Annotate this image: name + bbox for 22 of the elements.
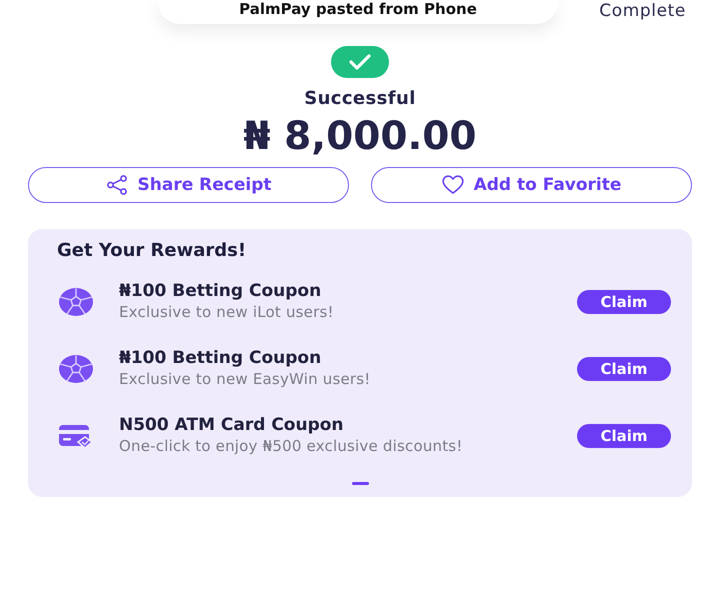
coupon-title: ₦100 Betting Coupon (119, 281, 322, 301)
share-receipt-button[interactable]: Share Receipt (28, 167, 349, 203)
rewards-title: Get Your Rewards! (57, 239, 246, 263)
heart-icon (442, 175, 464, 195)
complete-link[interactable]: Complete (599, 0, 686, 22)
favorite-button[interactable]: Add to Favorite (371, 167, 692, 203)
coupon-description: One-click to enjoy ₦500 exclusive discounts! (119, 437, 463, 456)
soccer-ball-icon (59, 354, 93, 382)
status-label: Successful (304, 87, 416, 111)
notification-text: PalmPay pasted from Phone (239, 0, 477, 18)
claim-button[interactable]: Claim (577, 290, 671, 314)
page-indicator (352, 482, 368, 485)
coupon-description: Exclusive to new EasyWin users! (119, 370, 371, 389)
coupon-title: ₦100 Betting Coupon (119, 348, 322, 368)
coupon-title: N500 ATM Card Coupon (119, 415, 344, 435)
coupon-description: Exclusive to new iLot users! (119, 303, 334, 322)
soccer-ball-icon (59, 288, 93, 316)
amount-text: ₦ 8,000.00 (243, 114, 477, 160)
claim-button[interactable]: Claim (577, 356, 671, 380)
claim-button[interactable]: Claim (577, 424, 671, 448)
share-icon (106, 175, 128, 195)
check-icon (331, 46, 389, 78)
